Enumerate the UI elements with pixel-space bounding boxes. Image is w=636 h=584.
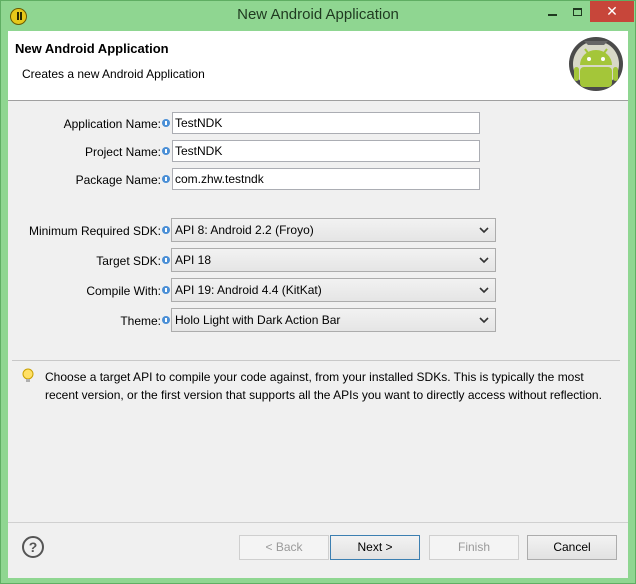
min-sdk-value: API 8: Android 2.2 (Froyo) bbox=[175, 223, 314, 237]
theme-select[interactable]: Holo Light with Dark Action Bar bbox=[171, 308, 496, 332]
project-name-label: Project Name: bbox=[8, 145, 170, 159]
info-icon bbox=[162, 286, 170, 294]
chevron-down-icon bbox=[479, 317, 489, 324]
target-sdk-label: Target SDK: bbox=[8, 254, 170, 268]
project-name-input[interactable] bbox=[172, 140, 480, 162]
help-panel: Choose a target API to compile your code… bbox=[12, 360, 620, 520]
compile-with-label: Compile With: bbox=[8, 284, 170, 298]
cancel-button[interactable]: Cancel bbox=[527, 535, 617, 560]
finish-button[interactable]: Finish bbox=[429, 535, 519, 560]
package-name-label: Package Name: bbox=[8, 173, 170, 187]
min-sdk-select[interactable]: API 8: Android 2.2 (Froyo) bbox=[171, 218, 496, 242]
close-button[interactable]: ✕ bbox=[590, 1, 634, 22]
help-icon[interactable]: ? bbox=[22, 536, 44, 558]
maximize-button[interactable] bbox=[565, 1, 590, 22]
dialog-window: New Android Application ✕ New Android Ap… bbox=[0, 0, 636, 584]
wizard-banner: New Android Application Creates a new An… bbox=[8, 31, 628, 101]
lightbulb-icon bbox=[22, 368, 34, 382]
info-icon bbox=[162, 175, 170, 183]
dialog-client: New Android Application Creates a new An… bbox=[8, 31, 628, 578]
info-icon bbox=[162, 316, 170, 324]
app-name-input[interactable] bbox=[172, 112, 480, 134]
next-button[interactable]: Next > bbox=[330, 535, 420, 560]
info-icon bbox=[162, 147, 170, 155]
info-icon bbox=[162, 226, 170, 234]
min-sdk-label: Minimum Required SDK: bbox=[8, 224, 170, 238]
info-icon bbox=[162, 256, 170, 264]
chevron-down-icon bbox=[479, 287, 489, 294]
package-name-input[interactable] bbox=[172, 168, 480, 190]
theme-value: Holo Light with Dark Action Bar bbox=[175, 313, 341, 327]
chevron-down-icon bbox=[479, 227, 489, 234]
target-sdk-value: API 18 bbox=[175, 253, 212, 267]
help-text: Choose a target API to compile your code… bbox=[45, 370, 602, 402]
chevron-down-icon bbox=[479, 257, 489, 264]
back-button[interactable]: < Back bbox=[239, 535, 329, 560]
maximize-icon bbox=[573, 7, 582, 16]
close-icon: ✕ bbox=[606, 3, 618, 19]
info-icon bbox=[162, 119, 170, 127]
compile-with-value: API 19: Android 4.4 (KitKat) bbox=[175, 283, 322, 297]
banner-title: New Android Application bbox=[15, 41, 169, 56]
footer-divider bbox=[8, 522, 628, 523]
android-logo-icon bbox=[569, 37, 623, 91]
compile-with-select[interactable]: API 19: Android 4.4 (KitKat) bbox=[171, 278, 496, 302]
theme-label: Theme: bbox=[8, 314, 170, 328]
minimize-icon bbox=[547, 13, 557, 16]
minimize-button[interactable] bbox=[539, 1, 565, 22]
banner-subtitle: Creates a new Android Application bbox=[22, 67, 205, 81]
app-name-label: Application Name: bbox=[8, 117, 170, 131]
target-sdk-select[interactable]: API 18 bbox=[171, 248, 496, 272]
title-bar[interactable]: New Android Application ✕ bbox=[1, 1, 635, 31]
